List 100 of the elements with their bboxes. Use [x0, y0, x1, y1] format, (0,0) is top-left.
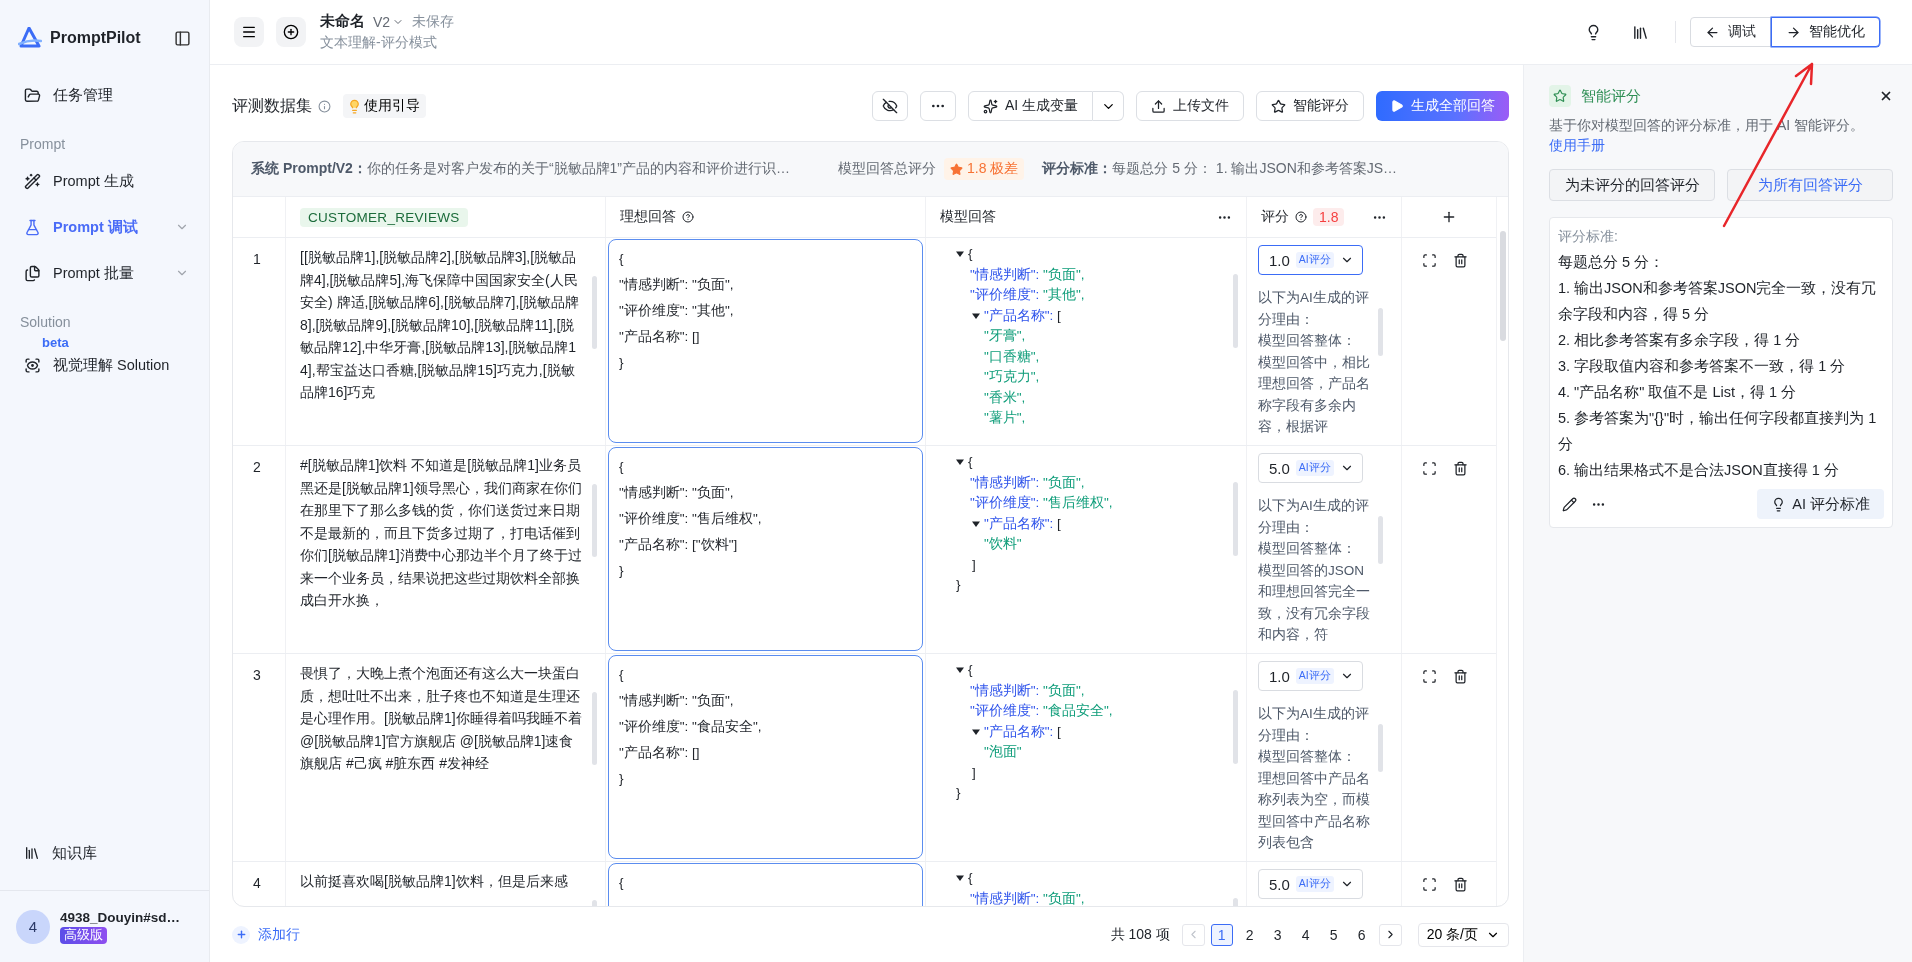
row-number: 2 — [233, 446, 286, 653]
page-size-select[interactable]: 20 条/页 — [1417, 922, 1509, 947]
menu-button[interactable] — [234, 17, 264, 47]
variable-tag: CUSTOMER_REVIEWS — [300, 207, 468, 227]
code-line: "饮料" — [984, 535, 1022, 553]
criteria-line: 4. "产品名称" 取值不是 List，得 1 分 — [1558, 383, 1798, 402]
page-button[interactable]: 1 — [1210, 923, 1233, 946]
score-select[interactable]: 5.0 AI评分 — [1258, 869, 1363, 899]
generate-all-button[interactable]: 生成全部回答 — [1376, 91, 1509, 121]
upload-button[interactable]: 上传文件 — [1136, 91, 1244, 121]
caret-icon[interactable] — [956, 458, 964, 467]
manual-link[interactable]: 使用手册 — [1549, 137, 1605, 153]
score-select[interactable]: 1.0 AI评分 — [1258, 661, 1363, 691]
code-line: ] — [972, 555, 976, 574]
mode-tab[interactable]: 智能优化 — [1771, 17, 1880, 47]
nav-item[interactable]: Prompt 调试 — [16, 204, 193, 250]
column-header: 模型回答 — [940, 208, 996, 226]
books-icon[interactable] — [1632, 23, 1649, 41]
flask-icon — [24, 218, 41, 236]
hide-button[interactable] — [871, 91, 908, 121]
expand-icon[interactable] — [1422, 253, 1437, 268]
bulb-icon — [347, 98, 362, 114]
code-line: { — [968, 661, 973, 679]
generate-variables-button[interactable]: AI 生成变量 — [967, 91, 1093, 121]
caret-icon[interactable] — [972, 519, 980, 528]
brand-name: PromptPilot — [50, 29, 142, 47]
books-icon — [24, 845, 40, 861]
guide-button[interactable]: 使用引导 — [343, 94, 426, 118]
version-dropdown[interactable]: V2 — [373, 13, 405, 30]
criteria-line: 3. 字段取值内容和参考答案不一致，得 1 分 — [1558, 357, 1847, 376]
nav-item[interactable]: 任务管理 — [16, 72, 193, 118]
ideal-answer-field[interactable]: { "情感判断": "负面", "评价维度": "其他", "产品名称": [] } — [608, 239, 923, 443]
edit-icon[interactable] — [1562, 496, 1577, 512]
add-button[interactable] — [276, 17, 306, 47]
score-reason: 理想回答中产品名称列表为空，而模型回答中产品名称列表包含 — [1258, 769, 1370, 852]
caret-icon[interactable] — [972, 311, 980, 320]
expand-icon[interactable] — [1422, 461, 1437, 476]
code-line: "情感判断": "负面", — [970, 681, 1085, 700]
criteria-line: 每题总分 5 分： — [1558, 253, 1666, 272]
score-select[interactable]: 1.0 AI评分 — [1258, 245, 1363, 275]
review-text: 畏惧了，大晚上煮个泡面还有这么大一块蛋白质，想吐吐不出来，肚子疼也不知道是生理还是心理作用。[脱敏品牌1]你睡得着吗我睡不着 @[脱敏品牌1]官方旗舰店 @[脱敏品牌1]速食旗舰店 #己疯 #脏东西 #发神经 — [300, 664, 583, 773]
scrollbar-thumb — [1378, 515, 1383, 564]
score-button[interactable]: 为所有回答评分 — [1727, 169, 1893, 201]
score-reason: 模型回答中，相比理想回答，产品名称字段有多余内容，根据评 — [1258, 353, 1370, 436]
nav-section-label: Prompt — [19, 135, 67, 154]
code-line: "情感判断": "负面", — [970, 473, 1085, 492]
delete-icon[interactable] — [1453, 877, 1468, 892]
criteria-line: 2. 相比参考答案有多余字段，得 1 分 — [1558, 331, 1802, 350]
score-select[interactable]: 5.0 AI评分 — [1258, 453, 1363, 483]
close-icon[interactable] — [1879, 89, 1893, 103]
sparkle-icon — [982, 98, 998, 114]
nav-item[interactable]: Prompt 生成 — [16, 158, 193, 204]
nav-item[interactable]: 视觉理解 Solution — [16, 350, 193, 380]
expand-icon[interactable] — [1422, 877, 1437, 892]
score-reason: 模型回答整体： — [1258, 748, 1357, 766]
mode-tab[interactable]: 调试 — [1690, 17, 1771, 47]
ideal-answer-field[interactable]: { — [608, 863, 923, 906]
add-row-link[interactable]: 添加行 — [232, 925, 300, 944]
nav-item[interactable]: 知识库 — [16, 830, 193, 876]
caret-icon[interactable] — [956, 874, 964, 883]
ai-criteria-button[interactable]: AI 评分标准 — [1757, 489, 1884, 519]
score-reason: 模型回答的JSON和理想回答完全一致，没有冗余字段和内容，符 — [1258, 561, 1370, 644]
code-line: "情感判断": "负面", — [970, 889, 1085, 906]
ideal-answer-field[interactable]: { "情感判断": "负面", "评价维度": "售后维权", "产品名称": ["饮料"] } — [608, 447, 923, 651]
caret-icon[interactable] — [972, 727, 980, 736]
caret-icon[interactable] — [956, 250, 964, 259]
code-line: "泡面" — [984, 743, 1022, 761]
scan-icon — [24, 356, 41, 374]
scrollbar-thumb — [1378, 307, 1383, 356]
code-line: "香米", — [984, 388, 1026, 407]
code-line: ] — [972, 763, 976, 782]
files-icon — [24, 264, 41, 282]
info-icon — [318, 99, 331, 113]
eye-off-icon — [881, 98, 898, 114]
delete-icon[interactable] — [1453, 669, 1468, 684]
review-text: #[脱敏品牌1]饮料 不知道是[脱敏品牌1]业务员黑还是[脱敏品牌1]领导黑心，我们商家在你们在那里下了那么多钱的货，你们送货过来日期不是最新的，而且下货多过期了，打电话催到你们[脱敏品牌1]消费中心那边半个月了终于过来一个业务员，结果说把这些过期饮料全部换成白开水换， — [300, 456, 583, 610]
expand-icon[interactable] — [1422, 669, 1437, 684]
next-page-button[interactable] — [1378, 923, 1402, 946]
score-button[interactable]: 为未评分的回答评分 — [1549, 169, 1715, 201]
smart-score-button[interactable]: 智能评分 — [1256, 91, 1364, 121]
menu-icon — [241, 24, 257, 40]
code-line: "评价维度": "其他", — [970, 286, 1085, 304]
delete-icon[interactable] — [1453, 253, 1468, 268]
score-reason: 以下为AI生成的评分理由： — [1258, 289, 1370, 329]
add-column-icon[interactable] — [1441, 209, 1457, 225]
scrollbar-thumb — [1378, 723, 1383, 772]
play-icon — [1390, 99, 1404, 113]
ideal-answer-field[interactable]: { "情感判断": "负面", "评价维度": "食品安全", "产品名称": [] } — [608, 655, 923, 859]
code-line: "产品名称": [ — [984, 722, 1061, 741]
delete-icon[interactable] — [1453, 461, 1468, 476]
plus-circle-icon — [283, 24, 299, 40]
review-text: 以前挺喜欢喝[脱敏品牌1]饮料，但是后来感 — [300, 872, 569, 891]
score-reason: 模型回答整体： — [1258, 332, 1357, 350]
score-reason: 以下为AI生成的评分理由： — [1258, 497, 1370, 537]
total-score-label: 模型回答总评分 — [838, 160, 937, 178]
sidebar-toggle-icon[interactable] — [174, 29, 191, 47]
dataset-title: 评测数据集 — [232, 95, 312, 116]
caret-icon[interactable] — [956, 666, 964, 675]
save-status: 未保存 — [412, 12, 455, 31]
nav-item[interactable]: Prompt 批量 — [16, 250, 193, 296]
